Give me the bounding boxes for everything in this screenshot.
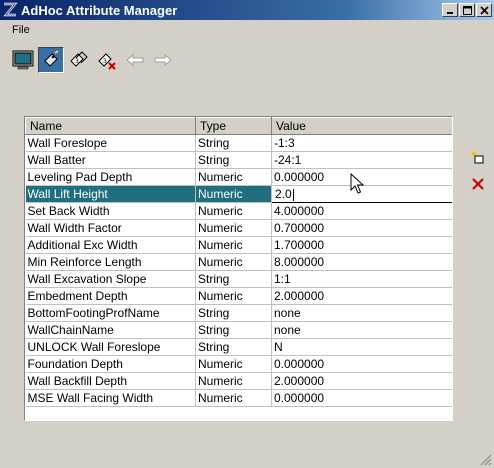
cell-name[interactable]: Set Back Width — [25, 202, 196, 220]
cell-name[interactable]: MSE Wall Facing Width — [25, 389, 196, 407]
cell-type[interactable]: String — [195, 151, 272, 169]
window-title: AdHoc Attribute Manager — [21, 2, 178, 18]
cell-type[interactable]: Numeric — [195, 355, 272, 373]
column-header-name[interactable]: Name — [25, 117, 196, 135]
cell-value[interactable]: 2.000000 — [271, 287, 452, 305]
cell-name[interactable]: Foundation Depth — [25, 355, 196, 373]
cell-type[interactable]: Numeric — [195, 287, 272, 305]
cell-value[interactable]: 1.700000 — [271, 236, 452, 254]
cell-value[interactable]: 2.000000 — [271, 372, 452, 390]
title-bar[interactable]: AdHoc Attribute Manager — [0, 0, 494, 20]
svg-text:3: 3 — [75, 58, 79, 65]
svg-text:3: 3 — [103, 58, 107, 65]
cell-name[interactable]: Min Reinforce Length — [25, 253, 196, 271]
table-row[interactable]: UNLOCK Wall Foreslope String N — [25, 338, 452, 356]
resize-grip-icon[interactable] — [480, 454, 492, 466]
table-row[interactable]: Embedment Depth Numeric 2.000000 — [25, 287, 452, 305]
cell-type[interactable]: String — [195, 134, 272, 152]
cell-type[interactable]: String — [195, 321, 272, 339]
mouse-cursor-icon — [350, 173, 365, 194]
cell-type[interactable]: Numeric — [195, 372, 272, 390]
cell-type[interactable]: Numeric — [195, 168, 272, 186]
cell-type[interactable]: Numeric — [195, 185, 272, 203]
cell-type[interactable]: Numeric — [195, 253, 272, 271]
cell-value[interactable]: 8.000000 — [271, 253, 452, 271]
cell-name[interactable]: WallChainName — [25, 321, 196, 339]
cell-value[interactable]: none — [271, 304, 452, 322]
value-edit-text: 2.0 — [275, 187, 292, 201]
cell-name[interactable]: Additional Exc Width — [25, 236, 196, 254]
table-header-row: Name Type Value — [25, 117, 452, 135]
attribute-grid[interactable]: Name Type Value Wall Foreslope String -1… — [24, 116, 453, 421]
delete-attribute-icon[interactable] — [470, 176, 486, 192]
tags-icon[interactable]: 3 — [66, 47, 92, 73]
table-row[interactable]: Additional Exc Width Numeric 1.700000 — [25, 236, 452, 254]
new-attribute-icon[interactable] — [470, 150, 486, 166]
cell-type[interactable]: Numeric — [195, 219, 272, 237]
arrow-right-icon[interactable] — [150, 47, 176, 73]
menu-bar: File — [0, 20, 494, 39]
cell-name[interactable]: Embedment Depth — [25, 287, 196, 305]
cell-name[interactable]: Wall Lift Height — [25, 185, 196, 203]
cell-type[interactable]: Numeric — [195, 389, 272, 407]
cell-name[interactable]: UNLOCK Wall Foreslope — [25, 338, 196, 356]
table-row[interactable]: MSE Wall Facing Width Numeric 0.000000 — [25, 389, 452, 407]
adhoc-attribute-manager-window: AdHoc Attribute Manager File 3 3 Name Ty… — [0, 0, 494, 468]
monitor-icon[interactable] — [10, 47, 36, 73]
cell-value[interactable]: 4.000000 — [271, 202, 452, 220]
app-icon — [2, 2, 18, 18]
table-row[interactable]: Wall Width Factor Numeric 0.700000 — [25, 219, 452, 237]
cell-name[interactable]: BottomFootingProfName — [25, 304, 196, 322]
cell-type[interactable]: String — [195, 338, 272, 356]
arrow-left-icon[interactable] — [122, 47, 148, 73]
text-caret — [292, 188, 294, 201]
column-header-value[interactable]: Value — [271, 117, 452, 135]
cell-value[interactable]: none — [271, 321, 452, 339]
table-row[interactable]: Min Reinforce Length Numeric 8.000000 — [25, 253, 452, 271]
table-row[interactable]: Leveling Pad Depth Numeric 0.000000 — [25, 168, 452, 186]
cell-type[interactable]: Numeric — [195, 202, 272, 220]
toolbar: 3 3 — [10, 42, 178, 78]
table-row[interactable]: Set Back Width Numeric 4.000000 — [25, 202, 452, 220]
table-row[interactable]: BottomFootingProfName String none — [25, 304, 452, 322]
tag-remove-icon[interactable]: 3 — [94, 47, 120, 73]
cell-value[interactable]: N — [271, 338, 452, 356]
menu-file[interactable]: File — [0, 24, 38, 36]
table-row[interactable]: Wall Batter String -24:1 — [25, 151, 452, 169]
maximize-button[interactable] — [459, 3, 475, 17]
cell-type[interactable]: String — [195, 304, 272, 322]
column-header-type[interactable]: Type — [195, 117, 272, 135]
cell-value[interactable]: -24:1 — [271, 151, 452, 169]
table-row[interactable]: Wall Backfill Depth Numeric 2.000000 — [25, 372, 452, 390]
table-row[interactable]: WallChainName String none — [25, 321, 452, 339]
cell-value[interactable]: -1:3 — [271, 134, 452, 152]
cell-value[interactable]: 0.700000 — [271, 219, 452, 237]
cell-name[interactable]: Wall Backfill Depth — [25, 372, 196, 390]
close-button[interactable] — [476, 3, 492, 17]
table-row-selected[interactable]: Wall Lift Height Numeric 2.0 — [25, 185, 452, 203]
table-row[interactable]: Wall Foreslope String -1:3 — [25, 134, 452, 152]
cell-name[interactable]: Leveling Pad Depth — [25, 168, 196, 186]
cell-value[interactable]: 0.000000 — [271, 355, 452, 373]
cell-type[interactable]: String — [195, 270, 272, 288]
cell-value[interactable]: 1:1 — [271, 270, 452, 288]
minimize-button[interactable] — [442, 3, 458, 17]
attach-tag-icon[interactable] — [38, 47, 64, 73]
table-row[interactable]: Wall Excavation Slope String 1:1 — [25, 270, 452, 288]
cell-name[interactable]: Wall Foreslope — [25, 134, 196, 152]
cell-type[interactable]: Numeric — [195, 236, 272, 254]
cell-value[interactable]: 0.000000 — [271, 389, 452, 407]
cell-name[interactable]: Wall Excavation Slope — [25, 270, 196, 288]
attribute-table: Name Type Value Wall Foreslope String -1… — [25, 117, 452, 407]
cell-name[interactable]: Wall Width Factor — [25, 219, 196, 237]
cell-name[interactable]: Wall Batter — [25, 151, 196, 169]
table-row[interactable]: Foundation Depth Numeric 0.000000 — [25, 355, 452, 373]
